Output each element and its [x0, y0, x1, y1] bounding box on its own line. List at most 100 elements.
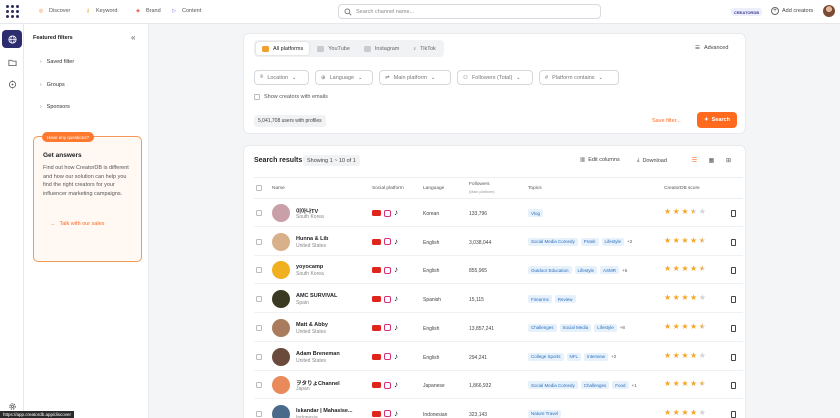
avatar[interactable]: [272, 348, 290, 366]
bookmark-icon[interactable]: [731, 411, 736, 418]
row-checkbox[interactable]: [256, 267, 262, 273]
channel-search-input[interactable]: Search channel name...: [338, 4, 601, 19]
col-name[interactable]: Name: [272, 186, 285, 191]
table-row[interactable]: yoyocampSouth Korea♪English855,965Outdoo…: [254, 256, 743, 284]
checkbox[interactable]: [254, 94, 260, 100]
creator-name[interactable]: AMC SURVIVAL: [296, 293, 337, 299]
topic-tag[interactable]: Social Media Comedy: [528, 238, 578, 246]
sidebar-item-saved-filter[interactable]: › Saved filter: [40, 59, 74, 65]
tiktok-icon[interactable]: ♪: [394, 381, 401, 389]
more-topics-count[interactable]: +8: [620, 325, 625, 330]
talk-with-sales-link[interactable]: → Talk with our sales: [50, 221, 104, 227]
avatar[interactable]: [272, 233, 290, 251]
instagram-icon[interactable]: [384, 382, 391, 389]
row-checkbox[interactable]: [256, 296, 262, 302]
row-checkbox[interactable]: [256, 210, 262, 216]
row-checkbox[interactable]: [256, 411, 262, 417]
more-topics-count[interactable]: +2: [611, 354, 616, 359]
tab-instagram[interactable]: Instagram: [358, 42, 405, 55]
topic-tag[interactable]: Review: [555, 295, 576, 303]
avatar[interactable]: [272, 290, 290, 308]
row-checkbox[interactable]: [256, 325, 262, 331]
instagram-icon[interactable]: [384, 410, 391, 417]
avatar[interactable]: [272, 319, 290, 337]
followers-dropdown[interactable]: ⚇Followers (Total)⌄: [457, 70, 533, 85]
creator-name[interactable]: Hunna & Lib: [296, 236, 328, 242]
tiktok-icon[interactable]: ♪: [394, 209, 401, 217]
instagram-icon[interactable]: [384, 353, 391, 360]
topic-tag[interactable]: NFL: [567, 353, 582, 361]
topic-tag[interactable]: ASMR: [600, 266, 619, 274]
table-row[interactable]: 이아나TVSouth Korea♪Korean133,796Vlog★★★★★: [254, 199, 743, 227]
bookmark-icon[interactable]: [731, 267, 736, 274]
bookmark-icon[interactable]: [731, 382, 736, 389]
youtube-icon[interactable]: [372, 210, 381, 216]
bookmark-icon[interactable]: [731, 325, 736, 332]
topic-tag[interactable]: Outdoor Education: [528, 266, 572, 274]
table-row[interactable]: ヲタりょChannelJapan♪Japanese1,866,932Social…: [254, 371, 743, 399]
show-emails-checkbox[interactable]: Show creators with emails: [254, 94, 328, 100]
list-view-icon[interactable]: ☰: [687, 155, 702, 166]
table-row[interactable]: Matt & AbbyUnited States♪English13,857,2…: [254, 314, 743, 342]
add-creators-button[interactable]: + Add creators: [771, 7, 813, 15]
tiktok-icon[interactable]: ♪: [394, 266, 401, 274]
instagram-icon[interactable]: [384, 296, 391, 303]
save-filter-link[interactable]: Save filter...: [652, 118, 681, 124]
tab-all-platforms[interactable]: All platforms: [256, 42, 309, 55]
youtube-icon[interactable]: [372, 411, 381, 417]
rail-target-button[interactable]: [2, 75, 22, 93]
tiktok-icon[interactable]: ♪: [394, 238, 401, 246]
more-topics-count[interactable]: +2: [627, 239, 632, 244]
tiktok-icon[interactable]: ♪: [394, 324, 401, 332]
topic-tag[interactable]: Vlog: [528, 209, 543, 217]
youtube-icon[interactable]: [372, 267, 381, 273]
more-topics-count[interactable]: +5: [622, 268, 627, 273]
table-row[interactable]: Iskandar | Mahasise...Indonesia♪Indonesi…: [254, 400, 743, 418]
youtube-icon[interactable]: [372, 325, 381, 331]
advanced-button[interactable]: ☰ Advanced: [695, 45, 728, 51]
topic-tag[interactable]: Challenges: [581, 381, 610, 389]
user-avatar[interactable]: [823, 5, 835, 17]
edit-columns-button[interactable]: ▥ Edit columns: [580, 157, 620, 163]
language-dropdown[interactable]: ⊕Language⌄: [315, 70, 373, 85]
tab-tiktok[interactable]: ♪TikTok: [407, 42, 441, 55]
tiktok-icon[interactable]: ♪: [394, 353, 401, 361]
platform-contains-dropdown[interactable]: #Platform contains⌄: [539, 70, 619, 85]
creator-name[interactable]: Matt & Abby: [296, 322, 328, 328]
instagram-icon[interactable]: [384, 267, 391, 274]
sidebar-item-sponsors[interactable]: › Sponsors: [40, 104, 70, 110]
topic-tag[interactable]: Prank: [581, 238, 599, 246]
table-view-icon[interactable]: ▦: [704, 155, 719, 166]
rail-folder-button[interactable]: [2, 53, 22, 71]
nav-discover[interactable]: ◎ Discover: [37, 7, 70, 15]
topic-tag[interactable]: Firearms: [528, 295, 552, 303]
tiktok-icon[interactable]: ♪: [394, 410, 401, 418]
avatar[interactable]: [272, 405, 290, 418]
avatar[interactable]: [272, 376, 290, 394]
col-score[interactable]: CreatorDB score: [664, 186, 700, 191]
topic-tag[interactable]: Social Media: [560, 324, 592, 332]
row-checkbox[interactable]: [256, 382, 262, 388]
tab-youtube[interactable]: YouTube: [311, 42, 356, 55]
select-all-checkbox[interactable]: [256, 185, 262, 191]
youtube-icon[interactable]: [372, 354, 381, 360]
nav-keyword[interactable]: ⚷ Keyword: [84, 7, 117, 15]
app-logo-icon[interactable]: [6, 5, 19, 18]
topic-tag[interactable]: Lifestyle: [602, 238, 625, 246]
table-row[interactable]: AMC SURVIVALSpain♪Spanish15,115FirearmsR…: [254, 285, 743, 313]
creator-name[interactable]: Iskandar | Mahasise...: [296, 408, 353, 414]
bookmark-icon[interactable]: [731, 354, 736, 361]
tiktok-icon[interactable]: ♪: [394, 295, 401, 303]
table-row[interactable]: Hunna & LibUnited States♪English3,038,04…: [254, 228, 743, 256]
col-language[interactable]: Language: [423, 186, 444, 191]
row-checkbox[interactable]: [256, 354, 262, 360]
topic-tag[interactable]: College Sports: [528, 353, 564, 361]
col-followers[interactable]: Followers: [469, 182, 490, 187]
nav-content[interactable]: ▷ Content: [170, 7, 201, 15]
topic-tag[interactable]: Lifestyle: [594, 324, 617, 332]
bookmark-icon[interactable]: [731, 210, 736, 217]
more-topics-count[interactable]: +1: [632, 383, 637, 388]
row-checkbox[interactable]: [256, 239, 262, 245]
youtube-icon[interactable]: [372, 382, 381, 388]
grid-view-icon[interactable]: ⊞: [721, 155, 736, 166]
